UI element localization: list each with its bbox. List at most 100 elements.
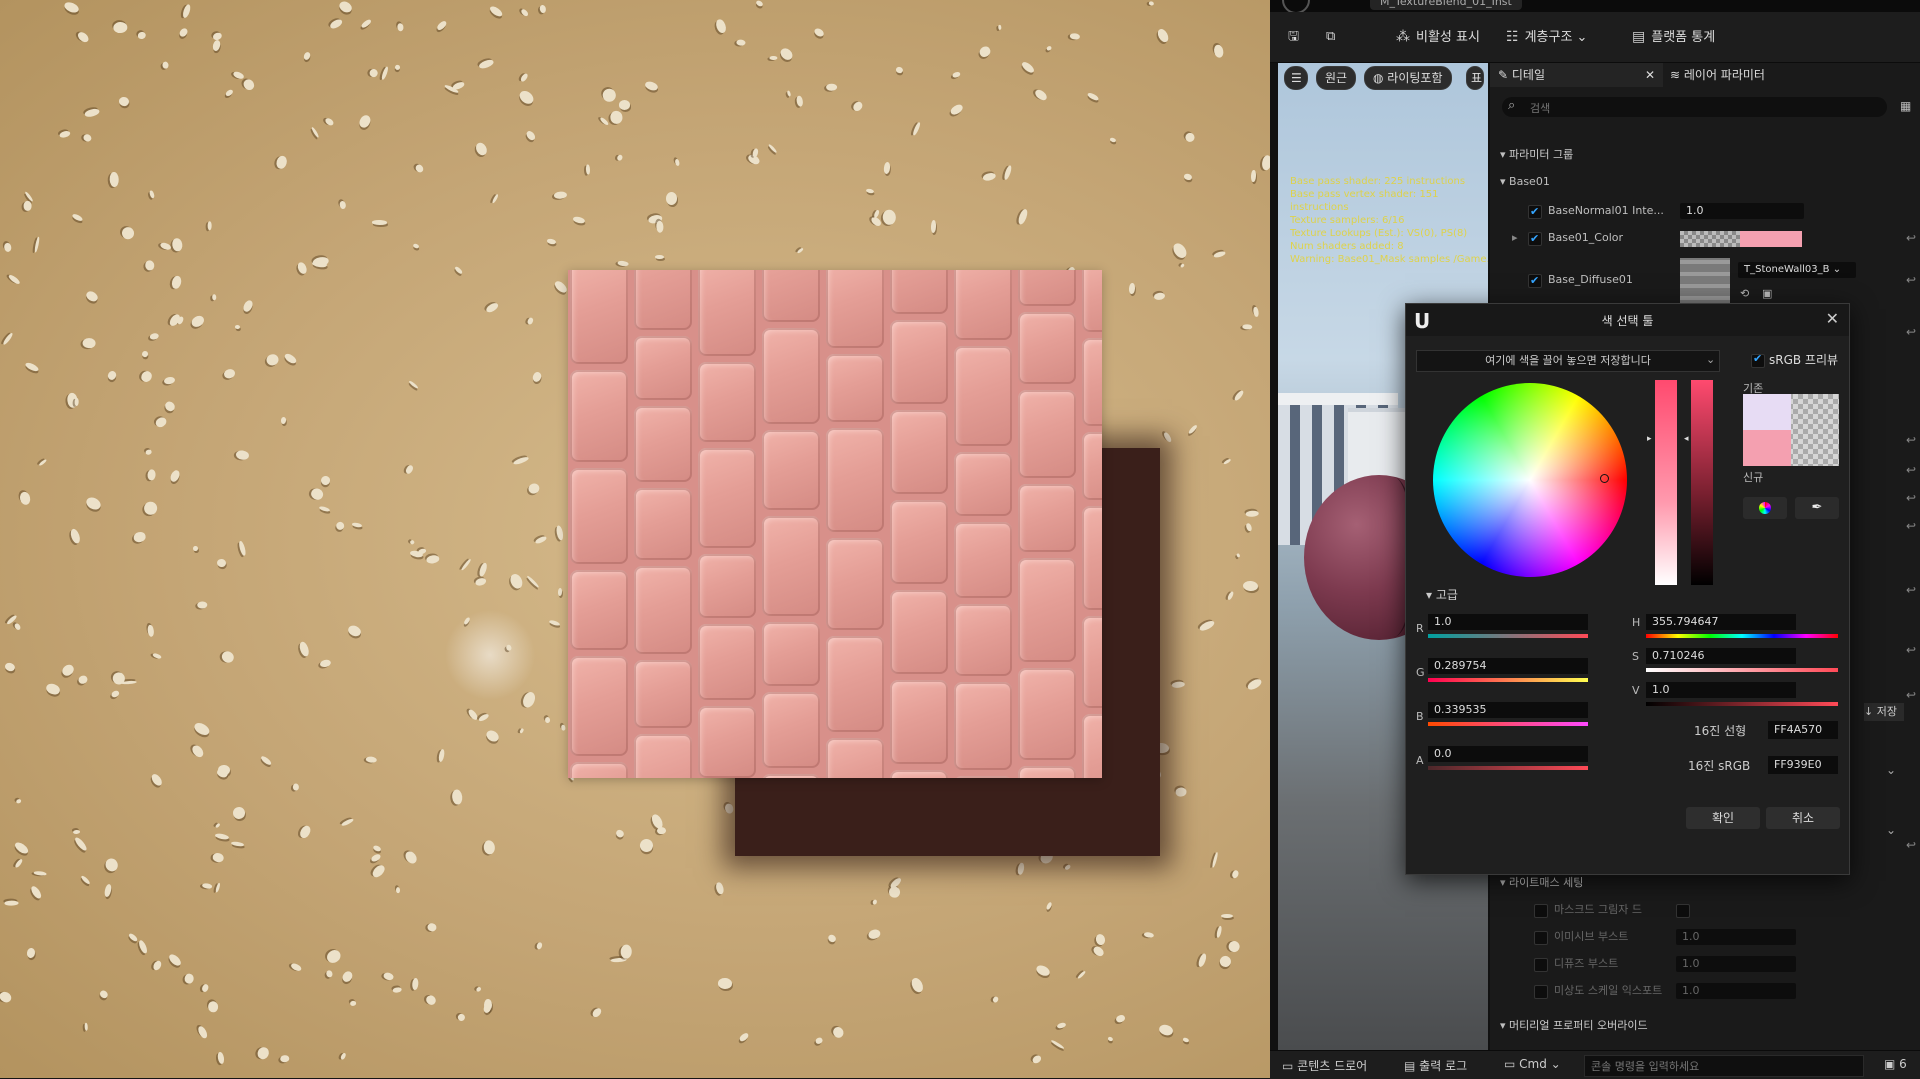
reset-arrow-icon[interactable]: ↩ (1906, 688, 1916, 702)
grid-options-icon[interactable]: ▦ (1900, 99, 1911, 113)
pebble (614, 827, 625, 839)
hide-inactive-button[interactable]: ⁂ 비활성 표시 (1396, 26, 1480, 48)
pebble (163, 399, 177, 414)
hierarchy-button[interactable]: ☷ 계층구조 ⌄ (1506, 26, 1587, 48)
cmd-dropdown[interactable]: ▭ Cmd ⌄ (1504, 1057, 1561, 1071)
reset-arrow-icon[interactable]: ↩ (1906, 583, 1916, 597)
param-enable-checkbox[interactable] (1528, 269, 1542, 293)
pebble (112, 21, 128, 34)
lightmass-value-field[interactable]: 1.0 (1676, 983, 1796, 999)
browse-icon[interactable]: ⧉ (1326, 26, 1335, 48)
save-icon[interactable]: 🖫 (1288, 26, 1299, 48)
lit-mode-button[interactable]: ◍ 라이팅포함 (1364, 66, 1452, 90)
color-wheel[interactable] (1433, 383, 1627, 577)
reset-arrow-icon[interactable]: ↩ (1906, 838, 1916, 852)
lightmass-checkbox[interactable] (1534, 958, 1548, 972)
color-swatch[interactable] (1680, 231, 1802, 247)
platform-stats-button[interactable]: ▤ 플랫폼 통계 (1632, 26, 1715, 48)
srgb-preview-toggle[interactable]: sRGB 프리뷰 (1751, 349, 1838, 370)
pebble (474, 576, 488, 587)
b-slider[interactable] (1428, 722, 1588, 726)
search-input[interactable] (1528, 99, 1872, 117)
viewport-menu-button[interactable]: ☰ (1284, 66, 1308, 90)
param-enable-checkbox[interactable] (1528, 200, 1542, 224)
lightmass-checkbox[interactable] (1534, 985, 1548, 999)
g-value-field[interactable]: 0.289754 (1428, 658, 1588, 674)
texture-thumbnail[interactable] (1680, 258, 1730, 308)
save-partial-button[interactable]: ↓ 저장 (1864, 703, 1904, 721)
chevron-down-icon[interactable]: ⌄ (1706, 350, 1715, 370)
lightmass-value-field[interactable]: 1.0 (1676, 929, 1796, 945)
cancel-button[interactable]: 취소 (1766, 807, 1840, 829)
main-viewport[interactable] (0, 0, 1270, 1078)
r-slider[interactable] (1428, 634, 1588, 638)
perspective-button[interactable]: 원근 (1316, 66, 1357, 90)
notifications-button[interactable]: ▣ 6 (1884, 1057, 1907, 1071)
chevron-down-icon[interactable]: ⌄ (1886, 763, 1896, 777)
chevron-down-icon[interactable]: ⌄ (1886, 823, 1896, 837)
reset-arrow-icon[interactable]: ↩ (1906, 325, 1916, 339)
tab-details[interactable]: ✎ 디테일 ✕ (1490, 63, 1663, 87)
r-value-field[interactable]: 1.0 (1428, 614, 1588, 630)
color-wheel-mode-button[interactable] (1743, 497, 1787, 519)
lightmass-value-field[interactable]: 1.0 (1676, 956, 1796, 972)
texture-asset-dropdown[interactable]: T_StoneWall03_B ⌄ (1738, 262, 1856, 278)
lightmass-value-checkbox[interactable] (1676, 904, 1690, 918)
h-value-field[interactable]: 355.794647 (1646, 614, 1796, 630)
value-slider[interactable] (1691, 380, 1713, 585)
dialog-titlebar[interactable]: U 색 선택 툴 ✕ (1406, 304, 1849, 336)
show-button[interactable]: 표 (1466, 66, 1484, 90)
color-wheel-cursor[interactable] (1600, 474, 1609, 483)
param-value-field[interactable]: 1.0 (1680, 203, 1804, 219)
saturation-handle[interactable]: ▸ (1647, 434, 1652, 444)
value-handle[interactable]: ◂ (1684, 434, 1689, 444)
reset-arrow-icon[interactable]: ↩ (1906, 491, 1916, 505)
brick-plane[interactable] (568, 270, 1102, 778)
reset-arrow-icon[interactable]: ↩ (1906, 226, 1916, 250)
group-base01[interactable]: ▾ Base01 (1490, 170, 1920, 194)
v-value-field[interactable]: 1.0 (1646, 682, 1796, 698)
console-input[interactable] (1584, 1055, 1864, 1077)
content-drawer-button[interactable]: ▭ 콘텐츠 드로어 (1282, 1057, 1367, 1074)
pebble (62, 0, 81, 15)
brick (890, 410, 948, 494)
output-log-button[interactable]: ▤ 출력 로그 (1404, 1057, 1467, 1074)
hex-srgb-field[interactable]: FF939E0 (1768, 756, 1838, 774)
lightmass-checkbox[interactable] (1534, 931, 1548, 945)
a-value-field[interactable]: 0.0 (1428, 746, 1588, 762)
ok-button[interactable]: 확인 (1686, 807, 1760, 829)
reset-arrow-icon[interactable]: ↩ (1906, 433, 1916, 447)
reset-arrow-icon[interactable]: ↩ (1906, 519, 1916, 533)
hex-linear-field[interactable]: FF4A570 (1768, 721, 1838, 739)
srgb-checkbox[interactable] (1751, 349, 1765, 369)
reset-arrow-icon[interactable]: ↩ (1906, 463, 1916, 477)
section-material-override[interactable]: ▾ 머티리얼 프로퍼티 오버라이드 (1490, 1014, 1920, 1038)
reset-arrow-icon[interactable]: ↩ (1906, 643, 1916, 657)
v-slider[interactable] (1646, 702, 1838, 706)
s-slider[interactable] (1646, 668, 1838, 672)
g-slider[interactable] (1428, 678, 1588, 682)
advanced-section[interactable]: ▾ 고급 (1426, 586, 1458, 603)
color-drop-zone[interactable]: 여기에 색을 끌어 놓으면 저장합니다 (1416, 350, 1720, 372)
brick (954, 522, 1012, 598)
section-param-groups[interactable]: ▾ 파라미터 그룹 (1490, 143, 1920, 167)
close-icon[interactable]: ✕ (1826, 309, 1839, 328)
lightmass-checkbox[interactable] (1534, 904, 1548, 918)
eyedropper-button[interactable]: ✒ (1795, 497, 1839, 519)
b-value-field[interactable]: 0.339535 (1428, 702, 1588, 718)
pebble (141, 350, 149, 359)
pebble (552, 278, 569, 294)
a-slider[interactable] (1428, 766, 1588, 770)
details-search[interactable]: ⌕ (1502, 97, 1887, 117)
s-value-field[interactable]: 0.710246 (1646, 648, 1796, 664)
param-enable-checkbox[interactable] (1528, 227, 1542, 251)
chevron-right-icon[interactable]: ▸ (1512, 226, 1518, 250)
saturation-slider[interactable] (1655, 380, 1677, 585)
old-color-swatch[interactable] (1743, 394, 1791, 430)
close-icon[interactable]: ✕ (1645, 63, 1655, 87)
h-slider[interactable] (1646, 634, 1838, 638)
pebble (148, 189, 156, 199)
tab-layer-parameters[interactable]: ≋ 레이어 파라미터 (1666, 63, 1765, 87)
reset-arrow-icon[interactable]: ↩ (1906, 268, 1916, 292)
document-tab[interactable]: M_TextureBlend_01_Inst (1370, 0, 1522, 10)
